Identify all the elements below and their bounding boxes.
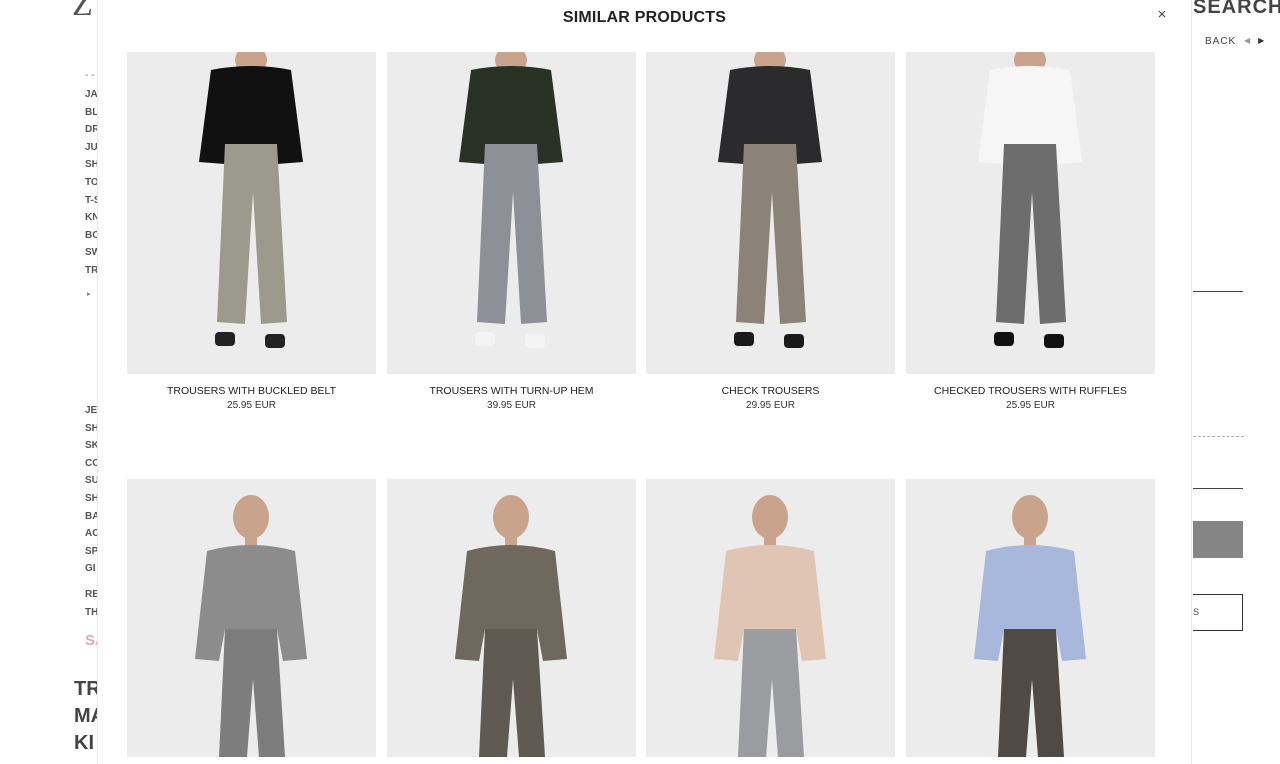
product-name[interactable]: TROUSERS WITH BUCKLED BELT — [127, 385, 376, 397]
product-card[interactable] — [387, 479, 636, 757]
modal-title: SIMILAR PRODUCTS — [562, 9, 727, 26]
add-to-bag-button[interactable] — [1193, 521, 1243, 558]
product-card[interactable] — [127, 479, 376, 757]
product-card[interactable]: CHECK TROUSERS 29.95 EUR — [646, 52, 895, 411]
product-image[interactable] — [906, 52, 1155, 374]
product-card[interactable]: CHECKED TROUSERS WITH RUFFLES 25.95 EUR — [906, 52, 1155, 411]
product-card[interactable]: TROUSERS WITH TURN-UP HEM 39.95 EUR — [387, 52, 636, 411]
product-price: 25.95 EUR — [1006, 400, 1055, 411]
product-name[interactable]: CHECKED TROUSERS WITH RUFFLES — [906, 385, 1155, 397]
model-silhouette — [974, 495, 1086, 757]
triangle-left-icon[interactable]: ◀ — [1244, 36, 1250, 45]
brand-logo[interactable]: Z — [72, 0, 95, 24]
page-title-line: TR — [74, 678, 98, 700]
close-icon[interactable]: × — [1154, 6, 1170, 24]
product-price: 39.95 EUR — [487, 400, 536, 411]
product-price: 25.95 EUR — [227, 400, 276, 411]
model-silhouette — [459, 52, 563, 348]
page-title: TR MA KI — [74, 676, 98, 757]
model-silhouette — [714, 495, 826, 757]
product-image[interactable] — [646, 52, 895, 374]
product-card[interactable]: TROUSERS WITH BUCKLED BELT 25.95 EUR — [127, 52, 376, 411]
divider — [1193, 488, 1243, 489]
product-card[interactable] — [646, 479, 895, 757]
page-title-line: MA — [74, 705, 98, 727]
similar-products-modal: SIMILAR PRODUCTS × TROUSERS WITH BUCKLED… — [97, 0, 1192, 764]
divider — [1193, 436, 1244, 437]
secondary-button[interactable]: S — [1193, 594, 1243, 631]
model-silhouette — [718, 52, 822, 348]
back-link[interactable]: BACK — [1205, 36, 1236, 47]
product-image[interactable] — [387, 52, 636, 374]
product-name[interactable]: CHECK TROUSERS — [646, 385, 895, 397]
back-pagination: ◀ ▶ — [1244, 36, 1264, 45]
product-name[interactable]: TROUSERS WITH TURN-UP HEM — [387, 385, 636, 397]
model-silhouette — [978, 52, 1082, 348]
product-image[interactable] — [127, 479, 376, 757]
divider — [1193, 291, 1243, 292]
search-link[interactable]: SEARCH — [1193, 0, 1280, 19]
product-card[interactable] — [906, 479, 1155, 757]
model-silhouette — [199, 52, 303, 348]
product-image[interactable] — [387, 479, 636, 757]
triangle-right-icon[interactable]: ▶ — [1258, 36, 1264, 45]
product-price: 29.95 EUR — [746, 400, 795, 411]
product-image[interactable] — [906, 479, 1155, 757]
model-silhouette — [455, 495, 567, 757]
product-image[interactable] — [646, 479, 895, 757]
product-image[interactable] — [127, 52, 376, 374]
model-silhouette — [195, 495, 307, 757]
page-title-line: KI — [74, 732, 94, 754]
